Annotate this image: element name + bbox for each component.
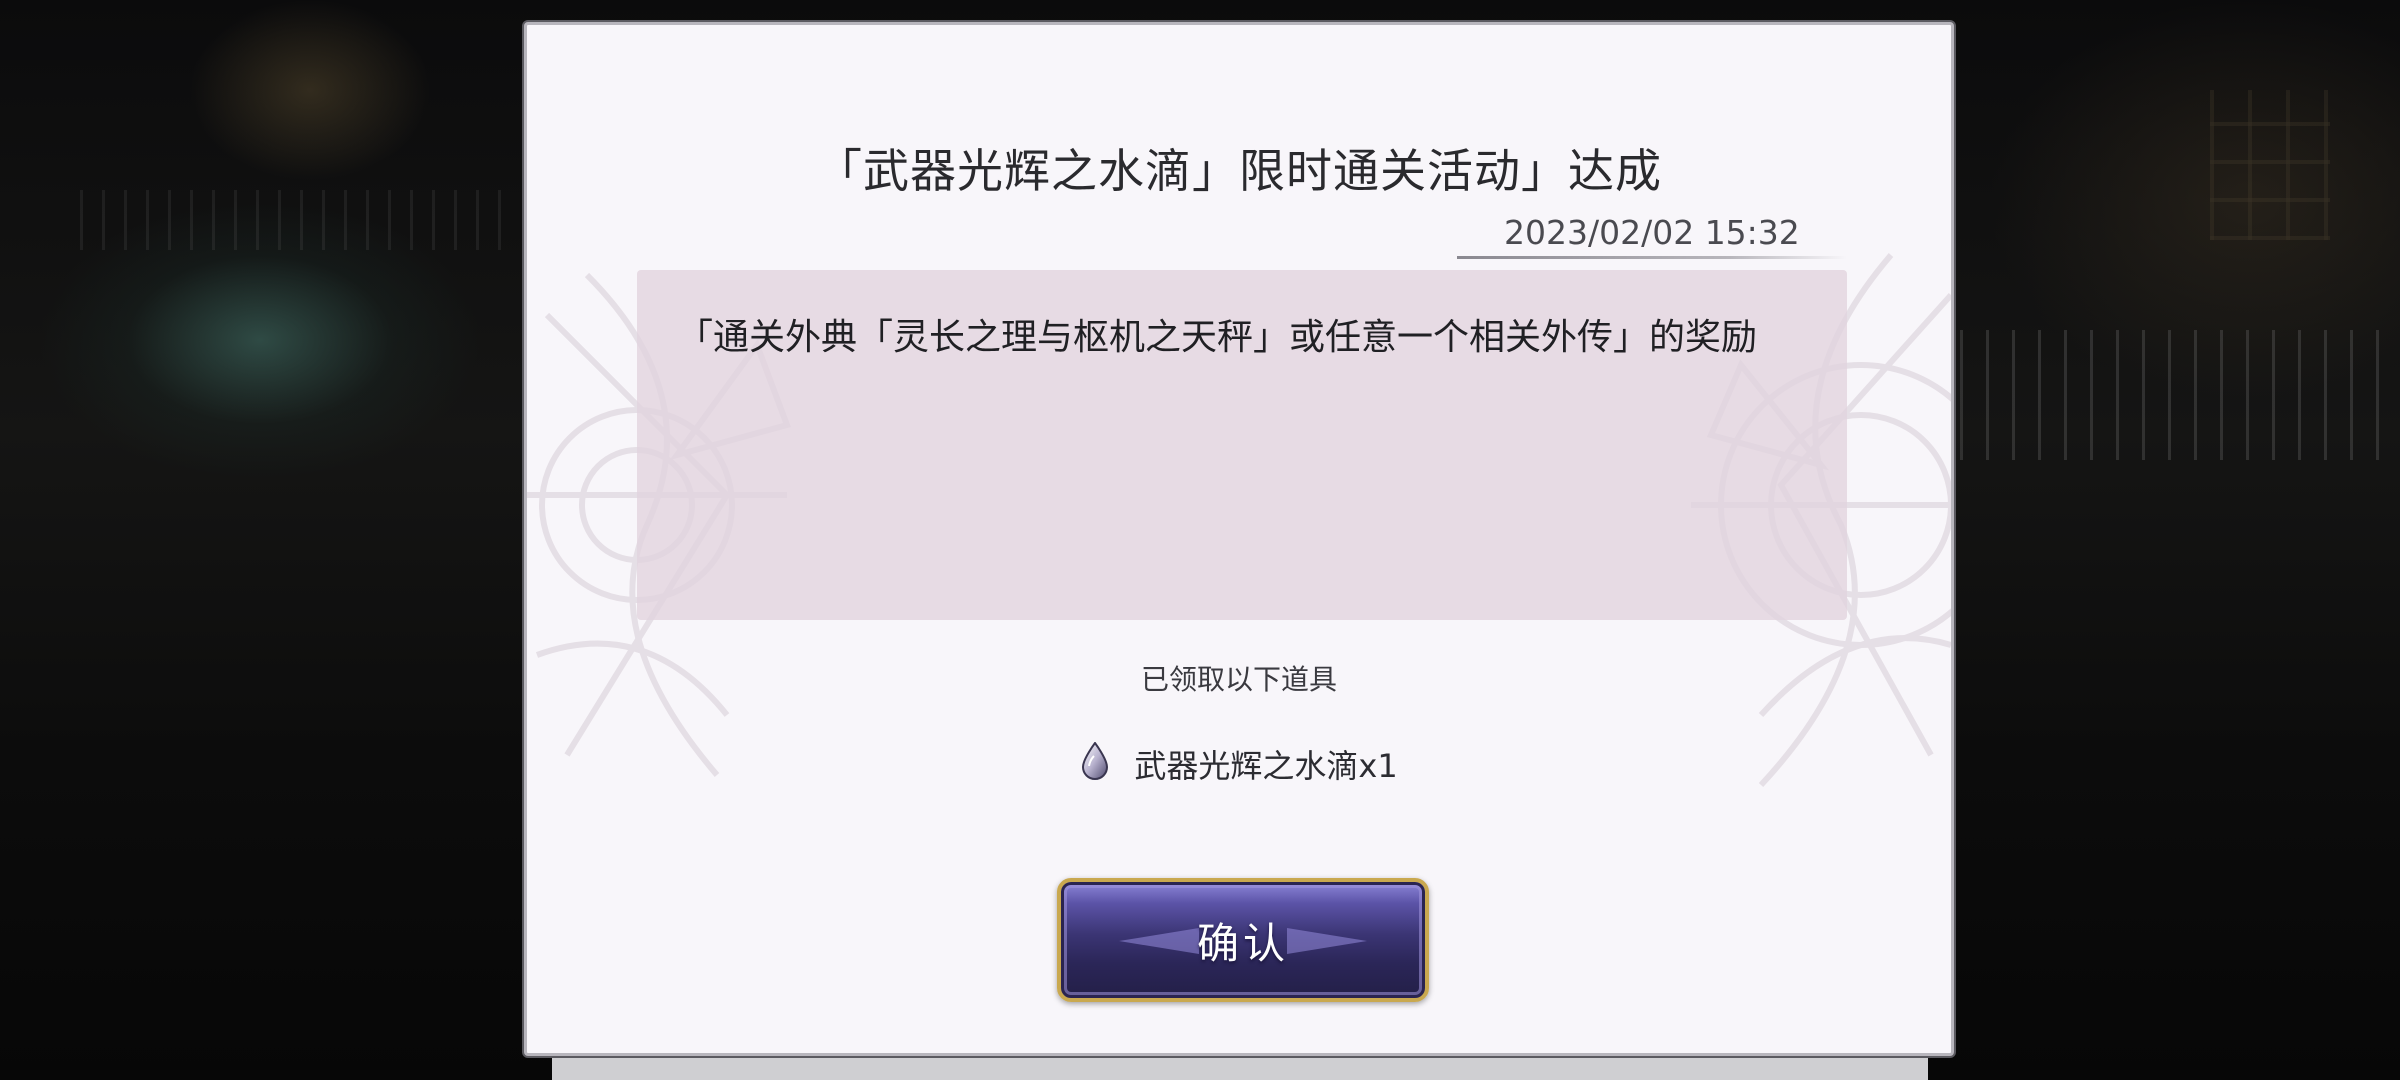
date-underline (1457, 256, 1847, 259)
background-fence-left (80, 190, 520, 250)
received-items-label: 已领取以下道具 (1140, 663, 1337, 696)
confirm-button-label: 确认 (1196, 918, 1289, 968)
achievement-date: 2023/02/02 15:32 (1504, 213, 1800, 252)
background-fence-right (1960, 330, 2400, 460)
description-box: 「通关外典「灵长之理与枢机之天秤」或任意一个相关外传」的奖励 (637, 270, 1847, 620)
water-drop-icon (1082, 742, 1109, 780)
confirm-button[interactable]: 确认 (1057, 878, 1429, 1002)
reward-item: 武器光辉之水滴x1 (527, 741, 1951, 787)
dialog-title: 「武器光辉之水滴」限时通关活动」达成 (816, 144, 1662, 198)
reward-item-label: 武器光辉之水滴x1 (1134, 747, 1398, 785)
description-text: 「通关外典「灵长之理与枢机之天秤」或任意一个相关外传」的奖励 (677, 317, 1758, 358)
background-window (2210, 90, 2330, 240)
reward-dialog: 「武器光辉之水滴」限时通关活动」达成 2023/02/02 15:32 「通关外… (524, 22, 1954, 1056)
